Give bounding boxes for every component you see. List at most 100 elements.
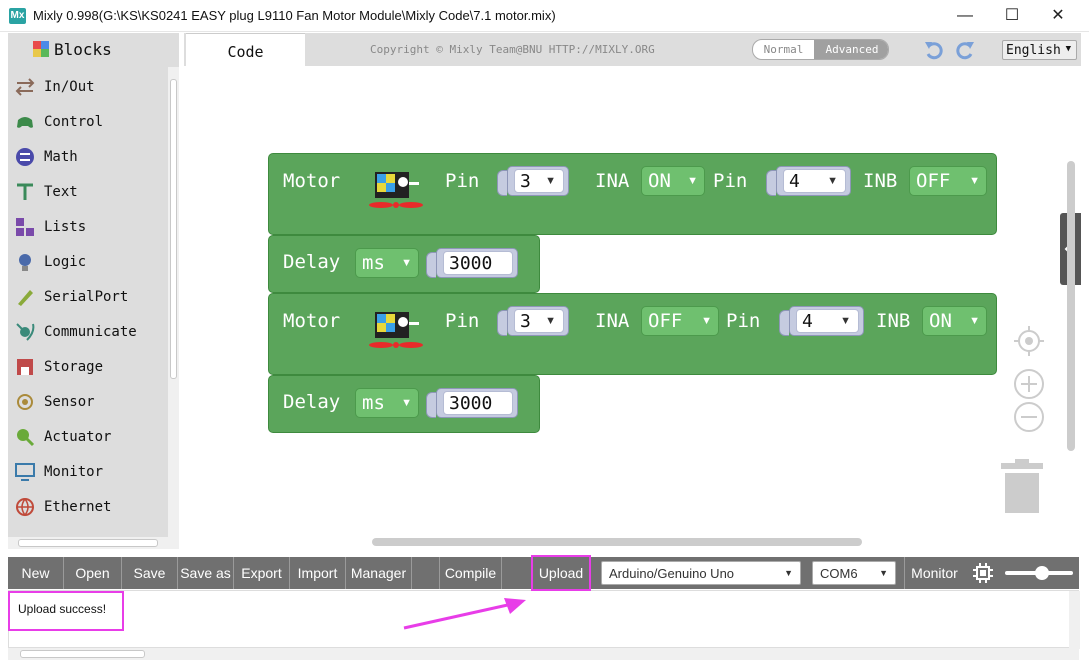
delay-unit-dropdown[interactable]: ms ▼ [355,248,419,278]
new-button[interactable]: New [8,557,64,589]
delay-block-1[interactable]: Delay ms ▼ 3000 [268,235,540,293]
pin-dropdown[interactable]: 3 ▼ [507,306,569,336]
palette-horizontal-scrollbar[interactable] [8,537,179,549]
sidebar-item-in-out[interactable]: In/Out [8,72,168,102]
workspace-vertical-scrollbar[interactable] [1067,161,1075,451]
motor-label: Motor [283,170,341,192]
tab-code[interactable]: Code [186,33,305,66]
sidebar-item-monitor[interactable]: Monitor [8,457,168,487]
ina-value: OFF [648,310,683,332]
chevron-down-icon: ▼ [687,175,698,187]
port-value: COM6 [820,566,858,581]
workspace-horizontal-scrollbar[interactable] [372,538,862,546]
minimize-button[interactable]: — [950,4,980,28]
sidebar-item-label: Logic [44,254,87,270]
pin-dropdown[interactable]: 3 ▼ [507,166,569,196]
blocks-label: Blocks [54,40,112,59]
chevron-down-icon: ▼ [784,568,793,578]
export-button[interactable]: Export [234,557,290,589]
sidebar-item-math[interactable]: Math [8,142,168,172]
output-highlight-box [8,591,124,631]
pin2-dropdown[interactable]: 4 ▼ [776,166,851,196]
pin2-label: Pin [726,310,761,332]
motor-block-2[interactable]: Motor Pin 3 ▼ INA OFF ▼ Pin 4 ▼ INB ON ▼ [268,293,997,375]
delay-unit-dropdown[interactable]: ms ▼ [355,388,419,418]
chip-icon[interactable] [972,563,994,583]
bulb-icon [19,254,31,271]
pin2-field[interactable]: 4 ▼ [783,169,846,193]
pin-field[interactable]: 3 ▼ [514,309,564,333]
ina-label: INA [595,170,630,192]
gamepad-icon [17,117,33,128]
close-button[interactable]: ✕ [1043,4,1073,28]
scroll-thumb[interactable] [20,650,145,658]
ina-dropdown[interactable]: OFF ▼ [641,306,719,336]
inb-dropdown[interactable]: OFF ▼ [909,166,987,196]
language-select[interactable]: English ▼ [1002,40,1077,60]
ina-value: ON [648,170,671,192]
delay-value-field[interactable]: 3000 [443,391,513,415]
delay-value: 3000 [449,253,493,274]
arrows-icon [15,78,35,96]
pin2-dropdown[interactable]: 4 ▼ [789,306,864,336]
mode-advanced-option[interactable]: Advanced [814,40,888,59]
chevron-down-icon: ▼ [827,175,838,187]
undo-icon[interactable] [923,38,945,60]
sidebar-item-text[interactable]: Text [8,177,168,207]
sidebar-item-logic[interactable]: Logic [8,247,168,277]
save-button[interactable]: Save [122,557,178,589]
pin2-value: 4 [802,311,813,332]
delay-block-2[interactable]: Delay ms ▼ 3000 [268,375,540,433]
output-vertical-scrollbar[interactable] [1069,591,1080,649]
redo-icon[interactable] [954,38,976,60]
sidebar-item-control[interactable]: Control [8,107,168,137]
lists-icon [16,218,34,236]
sidebar-item-ethernet[interactable]: Ethernet [8,492,168,522]
save-as-button[interactable]: Save as [178,557,234,589]
delay-value-field[interactable]: 3000 [443,251,513,275]
mode-toggle[interactable]: Normal Advanced [752,39,889,60]
trash-icon[interactable] [999,459,1045,517]
zoom-out-icon[interactable] [1013,401,1045,433]
sidebar-item-actuator[interactable]: Actuator [8,422,168,452]
sidebar-item-label: Monitor [44,464,104,480]
board-select[interactable]: Arduino/Genuino Uno ▼ [601,561,801,585]
pin-field[interactable]: 3 ▼ [514,169,564,193]
inb-dropdown[interactable]: ON ▼ [922,306,987,336]
sidebar-item-label: Actuator [44,429,112,445]
blocks-tab[interactable]: Blocks [8,33,179,65]
sidebar-item-lists[interactable]: Lists [8,212,168,242]
zoom-slider-handle[interactable] [1035,566,1049,580]
palette-vertical-scrollbar[interactable] [168,67,179,537]
open-button[interactable]: Open [64,557,122,589]
puzzle-icon [33,41,49,57]
motor-block-1[interactable]: Motor Pin 3 ▼ INA ON ▼ Pin 4 ▼ INB OFF ▼ [268,153,997,235]
motor-label: Motor [283,310,341,332]
port-select[interactable]: COM6 ▼ [812,561,896,585]
delay-value-input[interactable]: 3000 [436,388,518,418]
sidebar-item-communicate[interactable]: Communicate [8,317,168,347]
scroll-thumb[interactable] [170,79,177,379]
workspace-header: Code Copyright © Mixly Team@BNU HTTP://M… [184,33,1081,66]
sidebar-item-sensor[interactable]: Sensor [8,387,168,417]
app-icon: Mx [9,8,26,24]
ina-dropdown[interactable]: ON ▼ [641,166,705,196]
compile-button[interactable]: Compile [440,557,502,589]
maximize-button[interactable]: ☐ [997,4,1027,28]
sidebar-item-storage[interactable]: Storage [8,352,168,382]
recenter-icon[interactable] [1013,325,1045,357]
monitor-button[interactable]: Monitor [904,557,964,589]
sidebar-item-serialport[interactable]: SerialPort [8,282,168,312]
import-button[interactable]: Import [290,557,346,589]
sensor-icon [17,394,33,410]
scroll-thumb[interactable] [18,539,158,547]
manager-button[interactable]: Manager [346,557,412,589]
delay-value-input[interactable]: 3000 [436,248,518,278]
zoom-in-icon[interactable] [1013,368,1045,400]
output-horizontal-scrollbar[interactable] [8,648,1079,660]
mode-normal-option[interactable]: Normal [753,40,814,59]
delay-unit-value: ms [362,392,385,414]
block-workspace[interactable]: Motor Pin 3 ▼ INA ON ▼ Pin 4 ▼ INB OFF ▼ Del… [184,66,1081,549]
pen-icon [18,290,33,306]
pin2-field[interactable]: 4 ▼ [796,309,859,333]
